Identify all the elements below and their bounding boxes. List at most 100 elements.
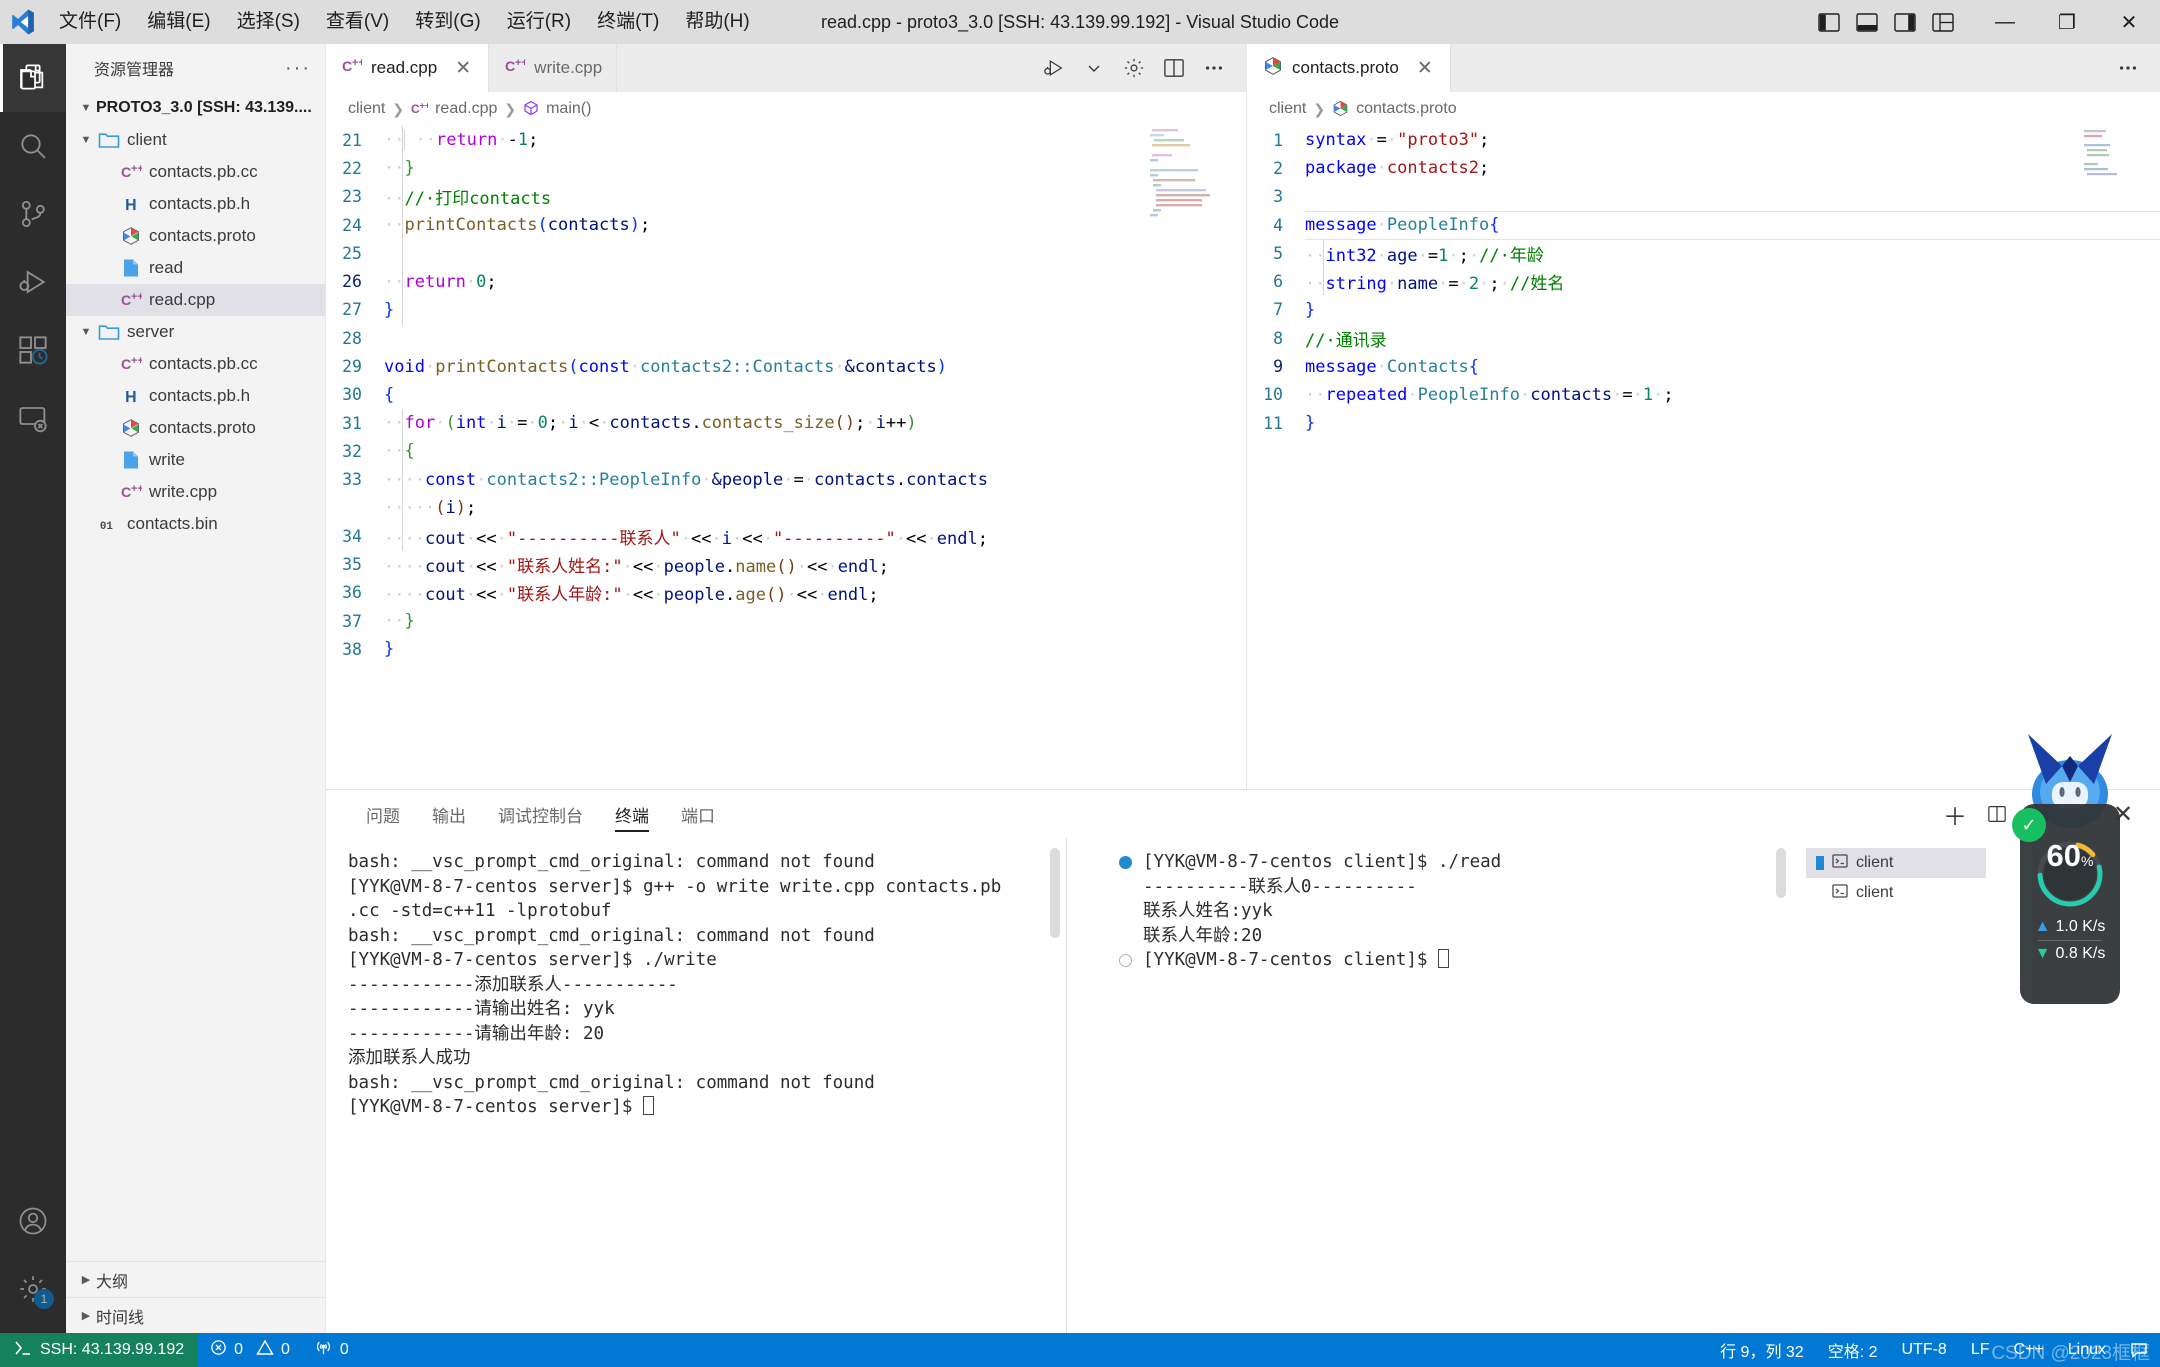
menu-selection[interactable]: 选择(S): [224, 0, 313, 44]
breadcrumb-file[interactable]: contacts.proto: [1356, 100, 1457, 118]
menu-run[interactable]: 运行(R): [494, 0, 584, 44]
tree-item-client[interactable]: ▼ client: [66, 124, 325, 156]
menu-file[interactable]: 文件(F): [46, 0, 134, 44]
activity-settings[interactable]: 1: [0, 1255, 66, 1323]
timeline-section[interactable]: ▶ 时间线: [66, 1297, 326, 1333]
minimize-button[interactable]: —: [1974, 0, 2036, 44]
activity-search[interactable]: [0, 112, 66, 180]
problems-indicator[interactable]: 0 0: [198, 1333, 302, 1367]
terminal-scrollbar[interactable]: [1050, 848, 1060, 938]
code-line[interactable]: 21 ·· ··return·-1;: [326, 126, 1246, 154]
code-line[interactable]: 22 ··}: [326, 154, 1246, 182]
code-line[interactable]: 24 ··printContacts(contacts);: [326, 211, 1246, 239]
split-terminal-button[interactable]: [1980, 792, 2014, 836]
activity-explorer[interactable]: [0, 44, 66, 112]
code-line[interactable]: 28: [326, 324, 1246, 352]
tab-read-cpp[interactable]: C++ read.cpp ✕: [326, 44, 490, 92]
tree-item-write[interactable]: write: [66, 444, 325, 476]
code-line[interactable]: 10 ··repeated·PeopleInfo·contacts·=·1·;: [1247, 381, 2160, 409]
code-line[interactable]: 32 ··{: [326, 437, 1246, 465]
tree-item-server[interactable]: ▼ server: [66, 316, 325, 348]
workspace-root-row[interactable]: ▼ PROTO3_3.0 [SSH: 43.139....: [66, 92, 325, 124]
chevron-down-icon[interactable]: [1076, 44, 1112, 92]
indentation[interactable]: 空格: 2: [1816, 1333, 1890, 1367]
code-line[interactable]: 33 ····const·contacts2::PeopleInfo·&peopl…: [326, 466, 1246, 494]
platform-indicator[interactable]: Linux: [2056, 1333, 2118, 1367]
code-line[interactable]: 3: [1247, 183, 2160, 211]
code-line[interactable]: 11}: [1247, 409, 2160, 437]
tree-item-contacts-pb-h[interactable]: Hcontacts.pb.h: [66, 188, 325, 220]
code-line[interactable]: 37 ··}: [326, 607, 1246, 635]
customize-layout-icon[interactable]: [1924, 0, 1962, 44]
gear-icon[interactable]: [1116, 44, 1152, 92]
code-line[interactable]: 29 void·printContacts(const·contacts2::Co…: [326, 352, 1246, 380]
activity-run-debug[interactable]: [0, 248, 66, 316]
tree-item-read[interactable]: read: [66, 252, 325, 284]
breadcrumb-symbol[interactable]: main(): [546, 100, 591, 118]
terminal-instance-row[interactable]: client: [1806, 848, 1986, 878]
end-of-line[interactable]: LF: [1959, 1333, 2002, 1367]
code-line[interactable]: 26 ··return·0;: [326, 267, 1246, 295]
breadcrumb-folder[interactable]: client: [348, 100, 385, 118]
terminal-pane-client[interactable]: [YYK@VM-8-7-centos client]$ ./read ------…: [1066, 838, 1986, 1334]
terminal-scrollbar-right[interactable]: [1776, 848, 1786, 898]
code-line[interactable]: 25: [326, 239, 1246, 267]
tab-debug-console[interactable]: 调试控制台: [482, 790, 599, 838]
tree-item-contacts-pb-cc[interactable]: C++ contacts.pb.cc: [66, 156, 325, 188]
new-terminal-button[interactable]: ＋: [1938, 792, 1972, 836]
menu-view[interactable]: 查看(V): [313, 0, 402, 44]
breadcrumb-file[interactable]: read.cpp: [435, 100, 497, 118]
code-editor-right[interactable]: 1 syntax·=·"proto3"; 2 package·contacts2; 3 4…: [1247, 126, 2160, 789]
code-line[interactable]: 23 ··//·打印contacts: [326, 183, 1246, 211]
outline-section[interactable]: ▶ 大纲: [66, 1261, 326, 1297]
activity-accounts[interactable]: [0, 1187, 66, 1255]
code-line[interactable]: 2 package·contacts2;: [1247, 154, 2160, 182]
tab-output[interactable]: 输出: [416, 790, 482, 838]
code-line[interactable]: 8 //·通讯录: [1247, 324, 2160, 352]
code-line[interactable]: 27}: [326, 296, 1246, 324]
menu-terminal[interactable]: 终端(T): [584, 0, 672, 44]
ellipsis-icon[interactable]: [2110, 44, 2146, 92]
sidebar-more-icon[interactable]: ···: [285, 57, 311, 80]
tab-write-cpp[interactable]: C++ write.cpp: [489, 44, 618, 92]
remote-host-indicator[interactable]: SSH: 43.139.99.192: [0, 1333, 199, 1367]
minimap-right[interactable]: [2078, 126, 2148, 186]
ellipsis-icon[interactable]: [1196, 44, 1232, 92]
code-line[interactable]: 6 ··string·name·=·2·;·//姓名: [1247, 267, 2160, 295]
tree-item-read-cpp[interactable]: C++ read.cpp: [66, 284, 325, 316]
ports-indicator[interactable]: 0: [302, 1333, 361, 1367]
toggle-panel-icon[interactable]: [1848, 0, 1886, 44]
menu-edit[interactable]: 编辑(E): [134, 0, 223, 44]
code-line[interactable]: 9 message·Contacts{: [1247, 352, 2160, 380]
terminal-instance-row[interactable]: client: [1806, 878, 1986, 908]
tab-contacts-proto[interactable]: contacts.proto ✕: [1247, 44, 1451, 92]
code-line[interactable]: 38}: [326, 635, 1246, 663]
encoding[interactable]: UTF-8: [1890, 1333, 1959, 1367]
tree-item-contacts-pb-h[interactable]: Hcontacts.pb.h: [66, 380, 325, 412]
minimap-left[interactable]: [1146, 126, 1216, 246]
code-line[interactable]: 31 ··for·(int·i·=·0;·i·<·contacts.contact…: [326, 409, 1246, 437]
code-line[interactable]: ·····(i);: [326, 494, 1246, 522]
maximize-button[interactable]: ❐: [2036, 0, 2098, 44]
tree-item-contacts-bin[interactable]: 01 contacts.bin: [66, 508, 325, 540]
tab-ports[interactable]: 端口: [665, 790, 731, 838]
code-line[interactable]: 7}: [1247, 296, 2160, 324]
toggle-secondary-sidebar-icon[interactable]: [1886, 0, 1924, 44]
close-window-button[interactable]: ✕: [2098, 0, 2160, 44]
terminal-pane-server[interactable]: bash: __vsc_prompt_cmd_original: command…: [326, 838, 1066, 1334]
tree-item-write-cpp[interactable]: C++ write.cpp: [66, 476, 325, 508]
tab-terminal[interactable]: 终端: [599, 790, 665, 838]
toggle-primary-sidebar-icon[interactable]: [1810, 0, 1848, 44]
run-debug-icon[interactable]: [1036, 44, 1072, 92]
code-line[interactable]: 1 syntax·=·"proto3";: [1247, 126, 2160, 154]
feedback-icon[interactable]: [2118, 1333, 2160, 1367]
tab-problems[interactable]: 问题: [350, 790, 416, 838]
split-editor-icon[interactable]: [1156, 44, 1192, 92]
code-line[interactable]: 34 ····cout·<<·"----------联系人"·<<·i·<<·"-…: [326, 522, 1246, 550]
activity-source-control[interactable]: [0, 180, 66, 248]
code-line[interactable]: 5 ··int32·age·=1·;·//·年龄: [1247, 239, 2160, 267]
code-editor-left[interactable]: 21 ·· ··return·-1; 22 ··} 23 ··//·打印contacts 24…: [326, 126, 1246, 789]
activity-remote-explorer[interactable]: [0, 384, 66, 452]
code-line[interactable]: 36 ····cout·<<·"联系人年龄:"·<<·people.age()·<…: [326, 579, 1246, 607]
tree-item-contacts-pb-cc[interactable]: C++ contacts.pb.cc: [66, 348, 325, 380]
